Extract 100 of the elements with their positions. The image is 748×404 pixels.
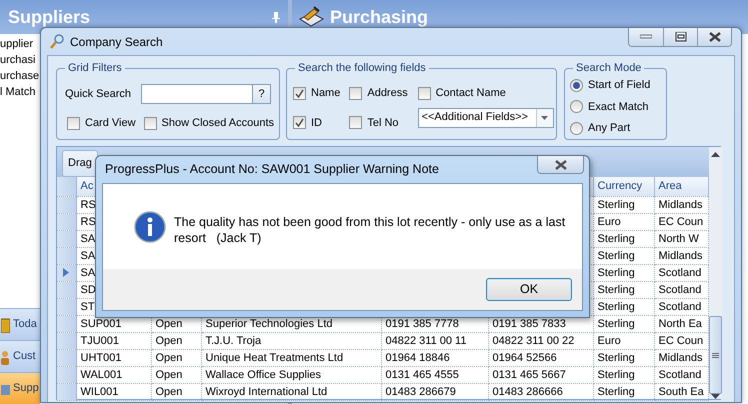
table-cell: Open: [156, 334, 182, 346]
row-indicator[interactable]: [57, 298, 76, 315]
table-cell: Sterling: [598, 284, 635, 296]
table-cell: South Ea: [658, 386, 704, 398]
row-indicator[interactable]: [57, 247, 76, 264]
dropdown[interactable]: <<Additional Fields>>: [418, 108, 554, 128]
nav-button[interactable]: Toda: [0, 308, 40, 340]
radio-button[interactable]: [570, 100, 583, 114]
row-indicator[interactable]: [57, 315, 76, 332]
checkbox-label: ID: [311, 116, 322, 130]
table-cell: Midlands: [658, 352, 703, 364]
table-cell: Wallace Office Supplies: [206, 368, 322, 380]
check-icon: [295, 88, 304, 98]
nav-button[interactable]: Supp: [0, 372, 40, 404]
table-cell: Midlands: [658, 198, 703, 210]
info-icon: [134, 211, 166, 243]
table-cell: SA: [80, 266, 96, 278]
checkbox[interactable]: [144, 116, 157, 130]
row-indicator[interactable]: [57, 196, 76, 213]
table-cell: TJU001: [80, 334, 120, 346]
window-title: Company Search: [70, 34, 163, 50]
calendar-icon: [1, 316, 10, 332]
checkbox[interactable]: [349, 86, 362, 100]
row-indicator[interactable]: [57, 383, 76, 400]
table-cell: T.J.U. Troja: [206, 334, 262, 346]
table-cell: North Ea: [658, 318, 702, 330]
table-cell: Scotland: [658, 266, 702, 278]
table-cell: UHT001: [80, 352, 122, 364]
table-cell: Open: [156, 352, 182, 364]
panel-title: Suppliers: [8, 6, 90, 29]
radio-button[interactable]: [570, 122, 583, 135]
close-button[interactable]: [537, 156, 584, 174]
table-cell: Sterling: [598, 300, 635, 312]
checkbox[interactable]: [293, 86, 306, 100]
table-cell: 0131 465 5667: [492, 368, 566, 380]
table-cell: WAL001: [80, 368, 122, 380]
minimize-button[interactable]: [629, 28, 663, 46]
search-field[interactable]: [141, 84, 253, 104]
row-indicator[interactable]: [57, 264, 76, 281]
pin-icon[interactable]: [272, 12, 280, 22]
checkbox[interactable]: [418, 86, 431, 100]
current-row-icon: [63, 268, 69, 277]
scroll-up-icon[interactable]: [710, 152, 720, 157]
scrollbar[interactable]: [708, 147, 722, 399]
person-icon: [1, 348, 10, 364]
close-button[interactable]: [697, 28, 731, 46]
table-cell: 04822 311 00 22: [492, 334, 574, 346]
maximize-icon: [674, 32, 686, 42]
table-cell: North W: [658, 232, 699, 244]
table-cell: Sterling: [598, 198, 635, 210]
panel-title: Purchasing: [330, 6, 428, 29]
row-indicator[interactable]: [57, 281, 76, 298]
group-title: Search the following fields: [295, 61, 429, 75]
checkbox-label: Name: [311, 86, 340, 101]
row-indicator[interactable]: [57, 349, 76, 366]
row-indicator[interactable]: [57, 366, 76, 383]
check-icon: [295, 118, 304, 128]
caret-icon: [541, 116, 548, 120]
close-icon: [554, 160, 568, 170]
column-header[interactable]: Ac: [80, 180, 94, 192]
row-indicator[interactable]: [57, 230, 76, 247]
table-cell: Sterling: [598, 368, 635, 380]
checkbox-label: Contact Name: [436, 86, 506, 101]
sidebar-item[interactable]: urchasi: [0, 52, 36, 68]
checkbox-label: Show Closed Accounts: [162, 116, 274, 131]
checkbox[interactable]: [293, 116, 306, 130]
table-cell: 01483 286679: [386, 386, 456, 398]
table-cell: Scotland: [658, 284, 702, 296]
table-cell: WIL001: [80, 386, 118, 398]
table-cell: EC Coun: [658, 334, 704, 346]
ok-button[interactable]: OK: [486, 278, 572, 301]
scroll-thumb[interactable]: [708, 316, 722, 394]
table-cell: 0191 385 7778: [386, 318, 459, 330]
table-cell: SA: [80, 232, 96, 244]
table-cell: RS: [80, 216, 96, 228]
table-cell: SD: [80, 284, 96, 296]
sidebar-item[interactable]: l Match: [0, 84, 36, 100]
table-cell: Open: [156, 318, 182, 330]
row-indicator[interactable]: [57, 213, 76, 230]
table-cell: Sterling: [598, 232, 635, 244]
maximize-button[interactable]: [663, 28, 697, 46]
table-cell: EC Coun: [658, 216, 704, 228]
checkbox[interactable]: [67, 116, 80, 130]
table-cell: Euro: [598, 216, 621, 228]
sidebar-item[interactable]: urchase: [0, 68, 40, 84]
row-indicator[interactable]: [57, 332, 76, 349]
nav-button[interactable]: Cust: [0, 340, 40, 372]
checkbox[interactable]: [349, 116, 362, 130]
table-cell: SUP001: [80, 318, 122, 330]
table-cell: SA: [80, 250, 96, 262]
table-cell: 04822 311 00 11: [386, 334, 466, 346]
radio-button[interactable]: [570, 78, 583, 92]
table-cell: 01483 286666: [492, 386, 563, 398]
table-cell: 01964 18846: [386, 352, 450, 364]
radio-label: Exact Match: [588, 100, 649, 114]
radio-label: Any Part: [588, 121, 630, 136]
table-cell: Sterling: [598, 318, 635, 330]
help-button[interactable]: ?: [253, 84, 271, 104]
table-cell: Scotland: [658, 368, 702, 380]
sidebar-item[interactable]: upplier: [0, 36, 34, 52]
